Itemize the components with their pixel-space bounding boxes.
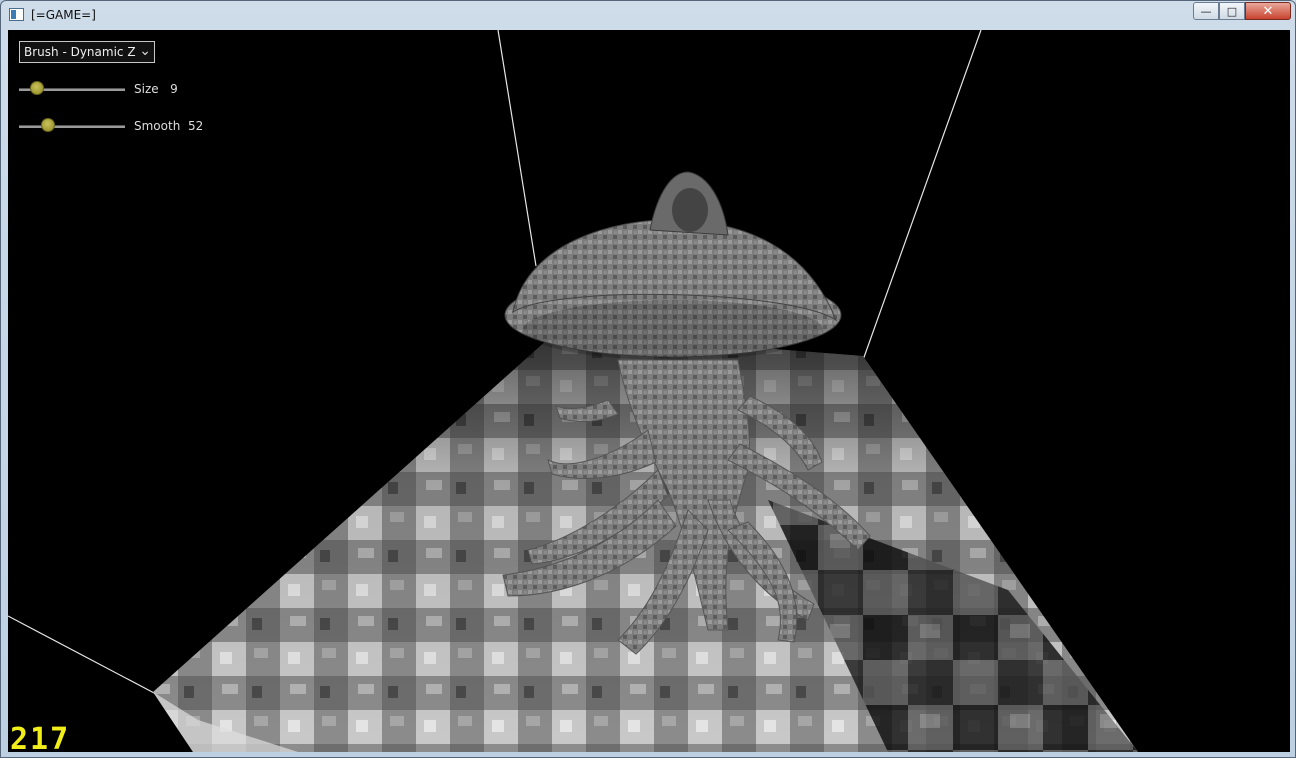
size-slider-label: Size 9 [134, 82, 178, 96]
voxel-scene[interactable] [8, 30, 1290, 752]
game-viewport[interactable]: Brush - Dynamic Z ⌄ Size 9 Smooth 52 217 [8, 30, 1290, 752]
smooth-value: 52 [187, 119, 204, 133]
brush-mode-value: Brush - Dynamic Z [24, 45, 136, 59]
window-title: [=GAME=] [31, 8, 96, 22]
size-slider-thumb[interactable] [30, 81, 44, 95]
brush-mode-select[interactable]: Brush - Dynamic Z ⌄ [19, 41, 155, 63]
chevron-down-icon: ⌄ [139, 43, 151, 59]
smooth-slider-label: Smooth 52 [134, 119, 203, 133]
game-window: [=GAME=] — □ ✕ Brush - Dynamic Z ⌄ Size … [0, 0, 1296, 758]
size-value: 9 [170, 82, 178, 96]
close-button[interactable]: ✕ [1245, 2, 1291, 20]
minimize-button[interactable]: — [1193, 2, 1219, 20]
title-bar[interactable]: [=GAME=] — □ ✕ [1, 1, 1296, 29]
size-label-text: Size [134, 82, 159, 96]
smooth-label-text: Smooth [134, 119, 181, 133]
maximize-button[interactable]: □ [1219, 2, 1245, 20]
app-icon [9, 8, 24, 21]
window-controls: — □ ✕ [1193, 2, 1291, 20]
smooth-slider-thumb[interactable] [41, 118, 55, 132]
fps-counter: 217 [10, 722, 71, 752]
smooth-slider-track[interactable] [19, 125, 125, 128]
